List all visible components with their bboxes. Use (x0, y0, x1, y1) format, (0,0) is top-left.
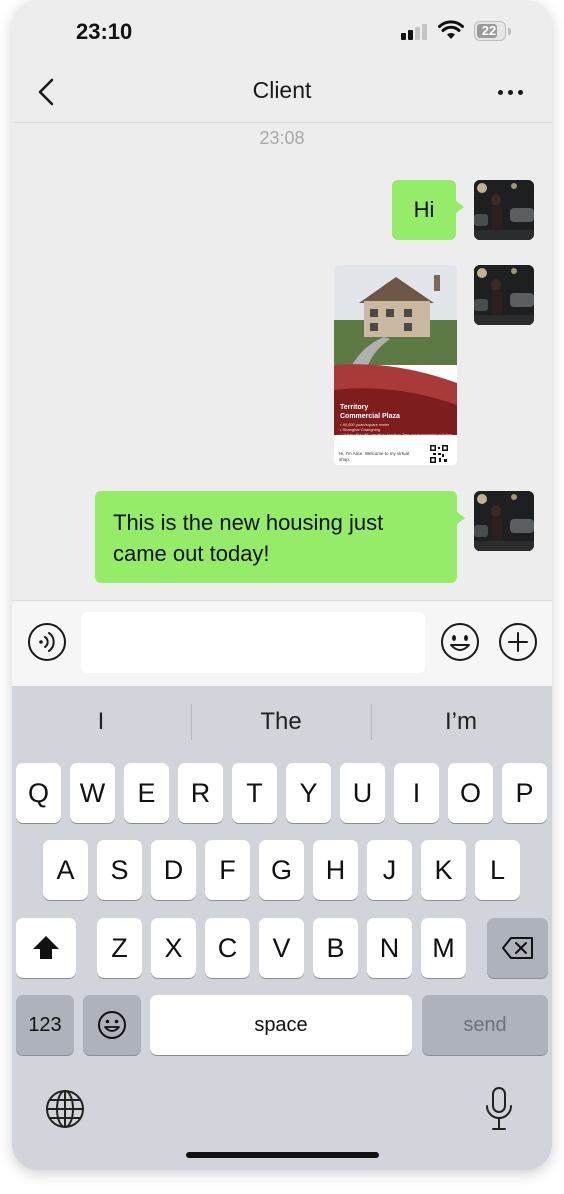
numbers-key[interactable]: 123 (16, 995, 74, 1055)
key-n[interactable]: N (367, 918, 412, 978)
card-footer-text: Hi, I'm Alice. Welcome to my virtual sho… (339, 451, 410, 462)
key-b[interactable]: B (313, 918, 358, 978)
send-key[interactable]: send (422, 995, 548, 1055)
key-s[interactable]: S (97, 840, 142, 900)
key-o[interactable]: O (448, 763, 493, 823)
cellular-signal-icon (401, 24, 427, 40)
key-l[interactable]: L (475, 840, 520, 900)
microphone-icon[interactable] (482, 1086, 516, 1132)
qr-code-icon (430, 445, 448, 463)
battery-tip (508, 28, 511, 35)
key-j[interactable]: J (367, 840, 412, 900)
key-t[interactable]: T (232, 763, 277, 823)
globe-icon[interactable] (44, 1088, 86, 1130)
wifi-icon (438, 20, 464, 39)
emoji-keyboard-key[interactable] (83, 995, 141, 1055)
message-bubble-housing[interactable]: This is the new housing just came out to… (95, 491, 465, 583)
key-p[interactable]: P (502, 763, 547, 823)
battery-icon: 22 (474, 21, 506, 41)
card-bullets: • 40,000 yuan/square meter • Shanghai·Ch… (340, 422, 453, 437)
avatar[interactable] (474, 265, 534, 325)
page-title: Client (252, 77, 312, 103)
shift-key[interactable] (16, 918, 76, 978)
message-timestamp: 23:08 (259, 128, 305, 148)
suggestion-1[interactable]: I (12, 686, 190, 758)
battery-level: 22 (481, 23, 497, 38)
more-icon[interactable] (496, 88, 526, 98)
key-h[interactable]: H (313, 840, 358, 900)
property-image-card[interactable]: Territory Commercial Plaza • 40,000 yuan… (334, 265, 457, 465)
home-indicator[interactable] (186, 1152, 379, 1158)
key-a[interactable]: A (43, 840, 88, 900)
avatar[interactable] (474, 491, 534, 551)
status-time: 23:10 (76, 19, 133, 44)
suggestion-3[interactable]: I’m (372, 686, 550, 758)
message-bubble-hi[interactable]: Hi (392, 180, 464, 240)
key-w[interactable]: W (70, 763, 115, 823)
key-k[interactable]: K (421, 840, 466, 900)
card-title: Territory Commercial Plaza (340, 404, 400, 420)
space-key[interactable]: space (150, 995, 412, 1055)
message-input[interactable] (81, 612, 425, 673)
key-x[interactable]: X (151, 918, 196, 978)
key-d[interactable]: D (151, 840, 196, 900)
key-e[interactable]: E (124, 763, 169, 823)
avatar[interactable] (474, 180, 534, 240)
phone-screen: 23:10 22 Client 23:08 Hi Territory Comme… (12, 0, 552, 1170)
key-u[interactable]: U (340, 763, 385, 823)
shift-icon (33, 936, 59, 959)
key-q[interactable]: Q (16, 763, 61, 823)
message-input-bar (12, 600, 552, 686)
backspace-key[interactable] (487, 918, 548, 978)
key-z[interactable]: Z (97, 918, 142, 978)
key-c[interactable]: C (205, 918, 250, 978)
emoji-icon (98, 1011, 126, 1039)
backspace-icon (501, 937, 533, 959)
status-bar: 23:10 22 (12, 0, 552, 62)
on-screen-keyboard: I The I’m Q W E R T Y U I O P A S D F G … (12, 686, 552, 1170)
key-v[interactable]: V (259, 918, 304, 978)
nav-bar: Client (12, 62, 552, 123)
suggestion-2[interactable]: The (192, 686, 370, 758)
key-m[interactable]: M (421, 918, 466, 978)
emoji-icon[interactable] (440, 622, 480, 662)
key-g[interactable]: G (259, 840, 304, 900)
voice-input-icon[interactable] (27, 622, 67, 662)
key-r[interactable]: R (178, 763, 223, 823)
key-y[interactable]: Y (286, 763, 331, 823)
key-f[interactable]: F (205, 840, 250, 900)
key-i[interactable]: I (394, 763, 439, 823)
plus-icon[interactable] (498, 622, 538, 662)
